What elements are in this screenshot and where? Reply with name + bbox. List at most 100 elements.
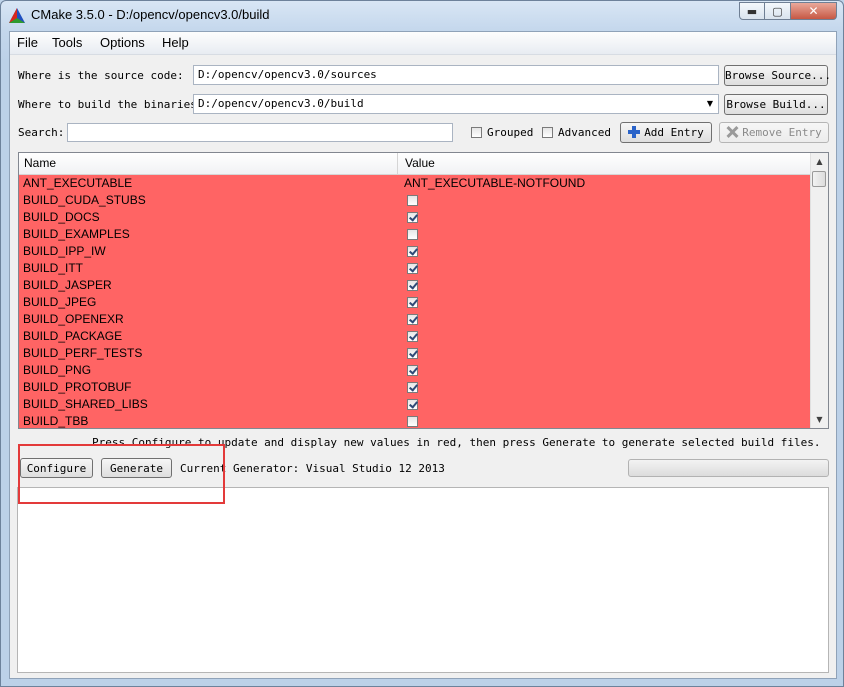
entry-name: BUILD_IPP_IW xyxy=(23,244,106,258)
advanced-checkbox-box[interactable] xyxy=(542,127,553,138)
menu-file[interactable]: File xyxy=(17,35,38,50)
entry-value-checkbox[interactable] xyxy=(407,365,418,376)
entry-value-checkbox[interactable] xyxy=(407,229,418,240)
table-row[interactable]: BUILD_OPENEXR xyxy=(19,311,811,328)
column-divider[interactable] xyxy=(397,153,398,174)
cache-table[interactable]: Name Value ANT_EXECUTABLE ANT_EXECUTABLE-… xyxy=(18,152,829,429)
table-scrollbar[interactable]: ▲ ▼ xyxy=(810,153,828,428)
entry-name: BUILD_EXAMPLES xyxy=(23,227,130,241)
entry-value-checkbox[interactable] xyxy=(407,331,418,342)
entry-value-checkbox[interactable] xyxy=(407,212,418,223)
table-row[interactable]: BUILD_JASPER xyxy=(19,277,811,294)
table-row[interactable]: BUILD_JPEG xyxy=(19,294,811,311)
table-row[interactable]: BUILD_TBB xyxy=(19,413,811,428)
menu-bar: File Tools Options Help xyxy=(10,32,836,55)
table-row[interactable]: BUILD_PROTOBUF xyxy=(19,379,811,396)
remove-icon xyxy=(726,126,738,138)
entry-value-checkbox[interactable] xyxy=(407,297,418,308)
search-label: Search: xyxy=(18,126,65,139)
table-body: ANT_EXECUTABLE ANT_EXECUTABLE-NOTFOUND BUI… xyxy=(19,175,811,428)
scroll-thumb[interactable] xyxy=(812,171,826,187)
source-path-input[interactable]: D:/opencv/opencv3.0/sources xyxy=(193,65,719,85)
table-row[interactable]: BUILD_DOCS xyxy=(19,209,811,226)
entry-value-checkbox[interactable] xyxy=(407,382,418,393)
title-bar[interactable]: CMake 3.5.0 - D:/opencv/opencv3.0/build … xyxy=(1,1,843,31)
configure-button[interactable]: Configure xyxy=(20,458,93,478)
entry-name: BUILD_JPEG xyxy=(23,295,97,309)
entry-name: BUILD_JASPER xyxy=(23,278,112,292)
binaries-path-value: D:/opencv/opencv3.0/build xyxy=(198,97,364,110)
add-entry-label: Add Entry xyxy=(644,126,704,139)
remove-entry-label: Remove Entry xyxy=(742,126,822,139)
entry-value-checkbox[interactable] xyxy=(407,263,418,274)
menu-help[interactable]: Help xyxy=(162,35,189,50)
close-icon: ✕ xyxy=(808,4,819,18)
cmake-logo-icon xyxy=(9,8,25,23)
table-row[interactable]: ANT_EXECUTABLE ANT_EXECUTABLE-NOTFOUND xyxy=(19,175,811,192)
add-entry-button[interactable]: Add Entry xyxy=(620,122,712,143)
table-header: Name Value xyxy=(19,153,811,175)
current-generator-text: Current Generator: Visual Studio 12 2013 xyxy=(180,462,445,475)
binaries-label: Where to build the binaries: xyxy=(18,98,204,111)
browse-source-button[interactable]: Browse Source... xyxy=(724,65,831,86)
entry-name: BUILD_ITT xyxy=(23,261,84,275)
advanced-label: Advanced xyxy=(558,126,611,139)
binaries-path-combo[interactable]: D:/opencv/opencv3.0/build ▼ xyxy=(193,94,719,114)
remove-entry-button[interactable]: Remove Entry xyxy=(719,122,829,143)
menu-tools[interactable]: Tools xyxy=(52,35,82,50)
main-panel: File Tools Options Help Where is the sou… xyxy=(9,31,837,679)
scroll-up-icon[interactable]: ▲ xyxy=(811,153,828,170)
output-log[interactable] xyxy=(17,487,829,673)
entry-name: BUILD_TBB xyxy=(23,414,89,428)
table-row[interactable]: BUILD_PERF_TESTS xyxy=(19,345,811,362)
entry-value-checkbox[interactable] xyxy=(407,246,418,257)
entry-value-checkbox[interactable] xyxy=(407,195,418,206)
table-row[interactable]: BUILD_CUDA_STUBS xyxy=(19,192,811,209)
generate-button[interactable]: Generate xyxy=(101,458,172,478)
entry-name: BUILD_DOCS xyxy=(23,210,100,224)
window-controls: ▬ ▢ ✕ xyxy=(739,2,837,20)
entry-value-checkbox[interactable] xyxy=(407,399,418,410)
advanced-checkbox[interactable]: Advanced xyxy=(542,126,611,139)
menu-options[interactable]: Options xyxy=(100,35,145,50)
entry-value-checkbox[interactable] xyxy=(407,348,418,359)
entry-value-checkbox[interactable] xyxy=(407,280,418,291)
hint-text: Press Configure to update and display ne… xyxy=(92,436,821,449)
table-row[interactable]: BUILD_PACKAGE xyxy=(19,328,811,345)
add-icon xyxy=(628,126,641,138)
table-row[interactable]: BUILD_PNG xyxy=(19,362,811,379)
grouped-checkbox[interactable]: Grouped xyxy=(471,126,533,139)
source-label: Where is the source code: xyxy=(18,69,184,82)
cmake-window: CMake 3.5.0 - D:/opencv/opencv3.0/build … xyxy=(0,0,844,687)
close-button[interactable]: ✕ xyxy=(791,2,837,20)
table-row[interactable]: BUILD_ITT xyxy=(19,260,811,277)
chevron-down-icon[interactable]: ▼ xyxy=(707,99,713,108)
maximize-button[interactable]: ▢ xyxy=(765,2,791,20)
entry-name: BUILD_OPENEXR xyxy=(23,312,124,326)
table-row[interactable]: BUILD_IPP_IW xyxy=(19,243,811,260)
browse-build-button[interactable]: Browse Build... xyxy=(724,94,828,115)
entry-name: ANT_EXECUTABLE xyxy=(23,176,133,190)
search-input[interactable] xyxy=(67,123,453,142)
entry-name: BUILD_PROTOBUF xyxy=(23,380,132,394)
grouped-checkbox-box[interactable] xyxy=(471,127,482,138)
entry-name: BUILD_SHARED_LIBS xyxy=(23,397,148,411)
entry-value[interactable]: ANT_EXECUTABLE-NOTFOUND xyxy=(404,176,585,190)
maximize-icon: ▢ xyxy=(772,4,783,18)
entry-name: BUILD_CUDA_STUBS xyxy=(23,193,146,207)
minimize-icon: ▬ xyxy=(746,4,758,18)
table-row[interactable]: BUILD_SHARED_LIBS xyxy=(19,396,811,413)
progress-bar xyxy=(628,459,829,477)
scroll-down-icon[interactable]: ▼ xyxy=(811,411,828,428)
grouped-label: Grouped xyxy=(487,126,534,139)
table-row[interactable]: BUILD_EXAMPLES xyxy=(19,226,811,243)
entry-value-checkbox[interactable] xyxy=(407,314,418,325)
entry-name: BUILD_PNG xyxy=(23,363,92,377)
minimize-button[interactable]: ▬ xyxy=(739,2,765,20)
entry-name: BUILD_PACKAGE xyxy=(23,329,123,343)
value-column-header[interactable]: Value xyxy=(405,156,435,170)
window-title: CMake 3.5.0 - D:/opencv/opencv3.0/build xyxy=(31,7,270,22)
name-column-header[interactable]: Name xyxy=(24,156,56,170)
entry-value-checkbox[interactable] xyxy=(407,416,418,427)
entry-name: BUILD_PERF_TESTS xyxy=(23,346,143,360)
